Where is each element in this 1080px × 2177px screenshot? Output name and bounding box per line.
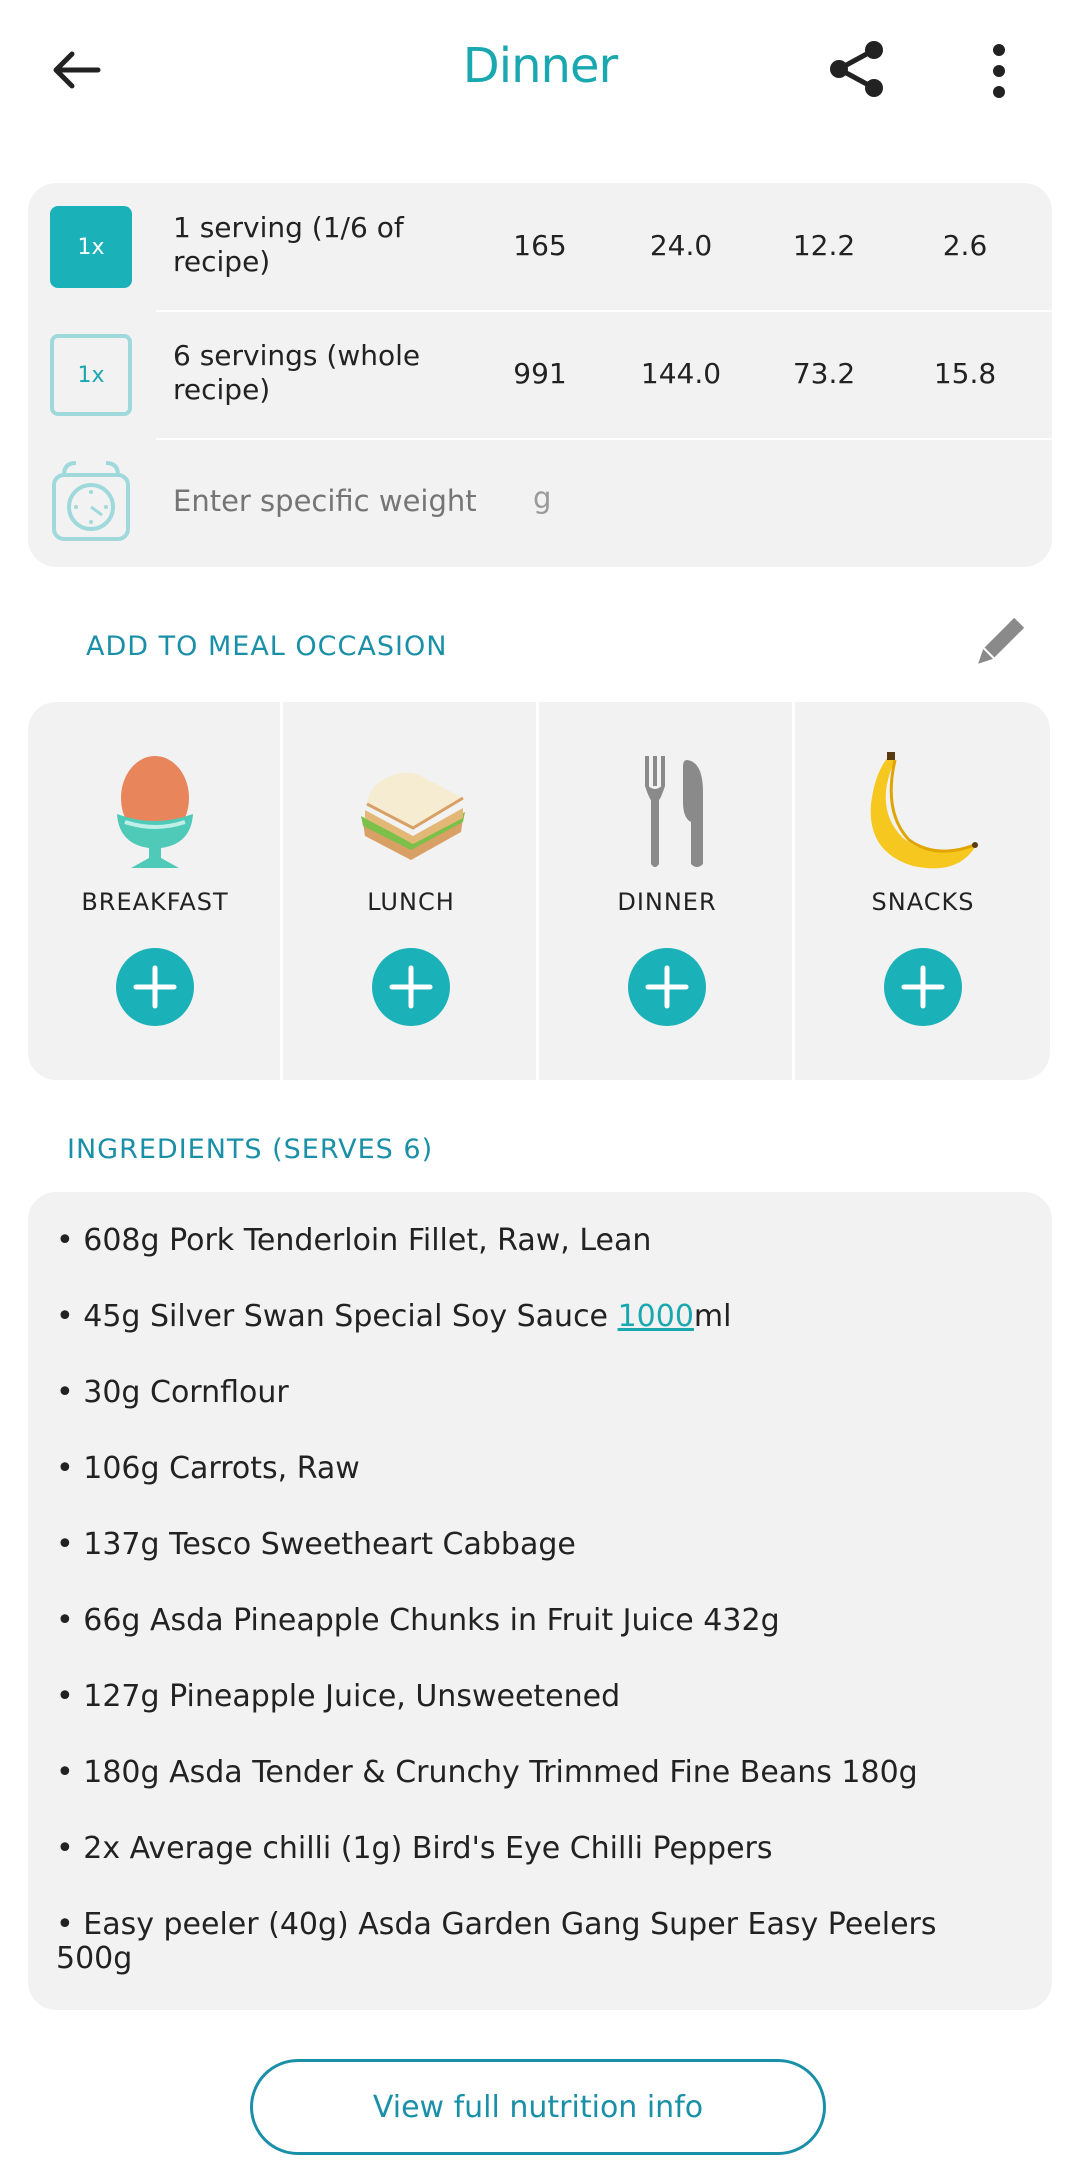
ingredient-item: • Easy peeler (40g) Asda Garden Gang Sup… bbox=[56, 1908, 1016, 1976]
divider bbox=[280, 702, 283, 1080]
divider bbox=[792, 702, 795, 1080]
serving-row[interactable]: 1x 1 serving (1/6 of recipe) 165 24.0 12… bbox=[28, 183, 1052, 311]
add-snacks-button[interactable] bbox=[884, 948, 962, 1026]
page-title: Dinner bbox=[462, 38, 618, 94]
bullet: • bbox=[56, 1375, 74, 1410]
bullet: • bbox=[56, 1603, 74, 1638]
more-options-icon[interactable] bbox=[984, 42, 1014, 100]
plus-icon bbox=[133, 965, 177, 1009]
nutrient-value: 15.8 bbox=[933, 357, 997, 390]
meal-option-dinner[interactable]: DINNER bbox=[540, 702, 794, 1080]
app-header: Dinner bbox=[0, 0, 1080, 140]
meal-label: DINNER bbox=[617, 888, 717, 916]
kitchen-scale-icon bbox=[52, 461, 130, 541]
edit-pencil-icon[interactable] bbox=[968, 614, 1028, 674]
add-dinner-button[interactable] bbox=[628, 948, 706, 1026]
meal-label: LUNCH bbox=[367, 888, 455, 916]
plus-icon bbox=[645, 965, 689, 1009]
ingredient-text: 180g Asda Tender & Crunchy Trimmed Fine … bbox=[83, 1755, 918, 1790]
share-icon[interactable] bbox=[826, 38, 888, 100]
calories-value: 165 bbox=[513, 229, 567, 262]
sandwich-icon bbox=[361, 772, 465, 860]
ingredient-text: 106g Carrots, Raw bbox=[83, 1451, 360, 1486]
bullet: • bbox=[56, 1755, 74, 1790]
calories-value: 991 bbox=[513, 357, 567, 390]
cutlery-icon bbox=[645, 756, 703, 867]
serving-label: 6 servings (whole recipe) bbox=[173, 339, 421, 406]
ingredients-card: • 608g Pork Tenderloin Fillet, Raw, Lean… bbox=[28, 1192, 1052, 2010]
ingredient-text: 127g Pineapple Juice, Unsweetened bbox=[83, 1679, 621, 1714]
ingredient-item: • 66g Asda Pineapple Chunks in Fruit Jui… bbox=[56, 1604, 1016, 1638]
weight-input[interactable] bbox=[173, 479, 533, 523]
divider bbox=[156, 438, 1052, 440]
nutrient-value: 12.2 bbox=[792, 229, 856, 262]
bullet: • bbox=[56, 1679, 74, 1714]
ingredient-link[interactable]: 1000 bbox=[618, 1299, 694, 1334]
meal-label: BREAKFAST bbox=[81, 888, 229, 916]
nutrient-value: 144.0 bbox=[640, 357, 722, 390]
multiplier-button[interactable]: 1x bbox=[50, 206, 132, 288]
plus-icon bbox=[389, 965, 433, 1009]
bullet: • bbox=[56, 1299, 74, 1334]
bullet: • bbox=[56, 1451, 74, 1486]
nutrient-value: 73.2 bbox=[792, 357, 856, 390]
ingredient-item: • 137g Tesco Sweetheart Cabbage bbox=[56, 1528, 1016, 1562]
bullet: • bbox=[56, 1907, 74, 1942]
ingredient-item: • 30g Cornflour bbox=[56, 1376, 1016, 1410]
add-breakfast-button[interactable] bbox=[116, 948, 194, 1026]
meal-option-breakfast[interactable]: BREAKFAST bbox=[28, 702, 282, 1080]
bullet: • bbox=[56, 1223, 74, 1258]
ingredient-text: 66g Asda Pineapple Chunks in Fruit Juice… bbox=[83, 1603, 780, 1638]
meal-label: SNACKS bbox=[871, 888, 975, 916]
meal-occasion-card: BREAKFAST LUNCH DINNER SNACKS bbox=[28, 702, 1050, 1080]
ingredient-unit: ml bbox=[693, 1299, 732, 1334]
ingredient-text: 45g Silver Swan Special Soy Sauce bbox=[83, 1299, 618, 1334]
meal-option-lunch[interactable]: LUNCH bbox=[284, 702, 538, 1080]
ingredient-item: • 2x Average chilli (1g) Bird's Eye Chil… bbox=[56, 1832, 1016, 1866]
nutrient-value: 24.0 bbox=[649, 229, 713, 262]
ingredient-text: 608g Pork Tenderloin Fillet, Raw, Lean bbox=[83, 1223, 652, 1258]
add-lunch-button[interactable] bbox=[372, 948, 450, 1026]
ingredient-text: Easy peeler (40g) Asda Garden Gang Super… bbox=[56, 1907, 937, 1976]
weight-unit: g bbox=[533, 481, 552, 515]
ingredient-item: • 180g Asda Tender & Crunchy Trimmed Fin… bbox=[56, 1756, 1016, 1790]
meal-occasion-title: ADD TO MEAL OCCASION bbox=[86, 631, 448, 662]
ingredient-text: 30g Cornflour bbox=[83, 1375, 289, 1410]
meal-option-snacks[interactable]: SNACKS bbox=[796, 702, 1050, 1080]
ingredient-item: • 127g Pineapple Juice, Unsweetened bbox=[56, 1680, 1016, 1714]
egg-icon bbox=[117, 756, 193, 868]
serving-card: 1x 1 serving (1/6 of recipe) 165 24.0 12… bbox=[28, 183, 1052, 567]
ingredient-item: • 45g Silver Swan Special Soy Sauce 1000… bbox=[56, 1300, 1016, 1334]
ingredient-item: • 106g Carrots, Raw bbox=[56, 1452, 1016, 1486]
serving-row[interactable]: 1x 6 servings (whole recipe) 991 144.0 7… bbox=[28, 312, 1052, 440]
nutrient-value: 2.6 bbox=[942, 229, 988, 262]
divider bbox=[536, 702, 539, 1080]
banana-icon bbox=[870, 752, 978, 869]
bullet: • bbox=[56, 1527, 74, 1562]
serving-label: 1 serving (1/6 of recipe) bbox=[173, 211, 404, 278]
ingredient-text: 137g Tesco Sweetheart Cabbage bbox=[83, 1527, 576, 1562]
multiplier-button[interactable]: 1x bbox=[50, 334, 132, 416]
ingredients-title: INGREDIENTS (SERVES 6) bbox=[67, 1134, 434, 1165]
bullet: • bbox=[56, 1831, 74, 1866]
plus-icon bbox=[901, 965, 945, 1009]
ingredient-text: 2x Average chilli (1g) Bird's Eye Chilli… bbox=[83, 1831, 773, 1866]
view-nutrition-button[interactable]: View full nutrition info bbox=[250, 2059, 826, 2155]
ingredient-item: • 608g Pork Tenderloin Fillet, Raw, Lean bbox=[56, 1224, 1016, 1258]
